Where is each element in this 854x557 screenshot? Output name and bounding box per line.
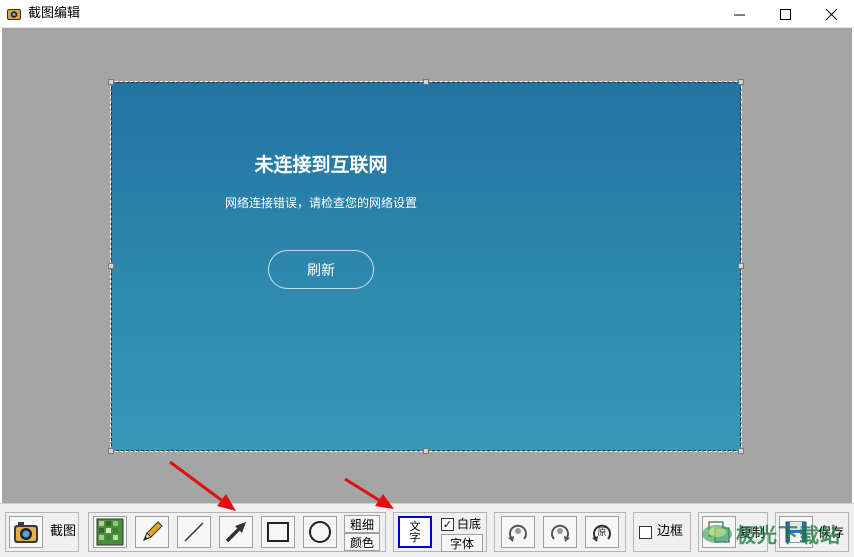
arrow-icon [225,522,246,543]
captured-screenshot[interactable]: 未连接到互联网 网络连接错误，请检查您的网络设置 刷新 [110,81,742,452]
close-icon [825,8,837,20]
restore-original-button[interactable]: 原 [585,516,619,548]
minimize-icon [733,14,745,15]
rectangle-tool-button[interactable] [261,516,295,548]
restore-original-icon: 原 [592,524,611,542]
ellipse-tool-button[interactable] [303,516,337,548]
resize-handle-top-center[interactable] [423,79,429,85]
watermark-text: 极光下载站 [736,523,841,547]
svg-text:原: 原 [597,527,606,538]
mosaic-icon [96,518,124,546]
color-button[interactable]: 颜色 [344,533,380,551]
screenshot-heading: 未连接到互联网 [254,154,388,176]
ellipse-icon [309,521,331,543]
window-title: 截图编辑 [28,6,81,21]
resize-handle-bottom-left[interactable] [108,448,114,454]
capture-label: 截图 [50,524,77,539]
rotate-right-button[interactable] [543,516,577,548]
pencil-icon [143,521,163,541]
minimize-button[interactable] [716,0,762,28]
draw-tools-group: 粗细 颜色 [88,512,386,552]
resize-handle-bottom-right[interactable] [738,448,744,454]
text-tools-group: 文字 ✓ 白底 字体 [393,512,487,552]
white-bg-label: 白底 [457,517,482,531]
pencil-tool-button[interactable] [135,516,169,548]
line-tool-button[interactable] [177,516,211,548]
capture-button[interactable] [9,516,43,548]
resize-handle-middle-left[interactable] [108,263,114,269]
border-label: 边框 [657,524,684,539]
rectangle-icon [267,522,289,542]
text-tool-button[interactable]: 文字 [398,516,432,548]
rotate-group: 原 [494,512,626,552]
thickness-button[interactable]: 粗细 [344,515,380,533]
watermark-logo: 极光下载站 [700,513,850,553]
maximize-icon [779,8,791,20]
capture-group: 截图 [5,512,79,552]
arrow-tool-button[interactable] [219,516,253,548]
border-checkbox[interactable] [639,526,652,539]
camera-icon [14,522,38,543]
line-icon [184,522,204,542]
rotate-left-icon [508,524,527,542]
app-camera-icon [7,9,21,20]
border-group: 边框 [633,512,691,552]
resize-handle-top-left[interactable] [108,79,114,85]
resize-handle-bottom-center[interactable] [423,448,429,454]
text-tool-label: 文字 [409,520,421,544]
close-button[interactable] [808,0,854,28]
white-bg-checkbox[interactable]: ✓ [441,518,454,531]
rotate-left-button[interactable] [501,516,535,548]
resize-handle-top-right[interactable] [738,79,744,85]
title-bar: 截图编辑 [0,0,854,28]
resize-handle-middle-right[interactable] [738,263,744,269]
mosaic-tool-button[interactable] [93,516,127,548]
screenshot-subtitle: 网络连接错误，请检查您的网络设置 [224,196,417,210]
watermark-swirl-icon [702,525,732,543]
maximize-button[interactable] [762,0,808,28]
font-button[interactable]: 字体 [441,534,483,552]
rotate-right-icon [551,524,570,542]
screenshot-refresh-button: 刷新 [268,250,374,289]
